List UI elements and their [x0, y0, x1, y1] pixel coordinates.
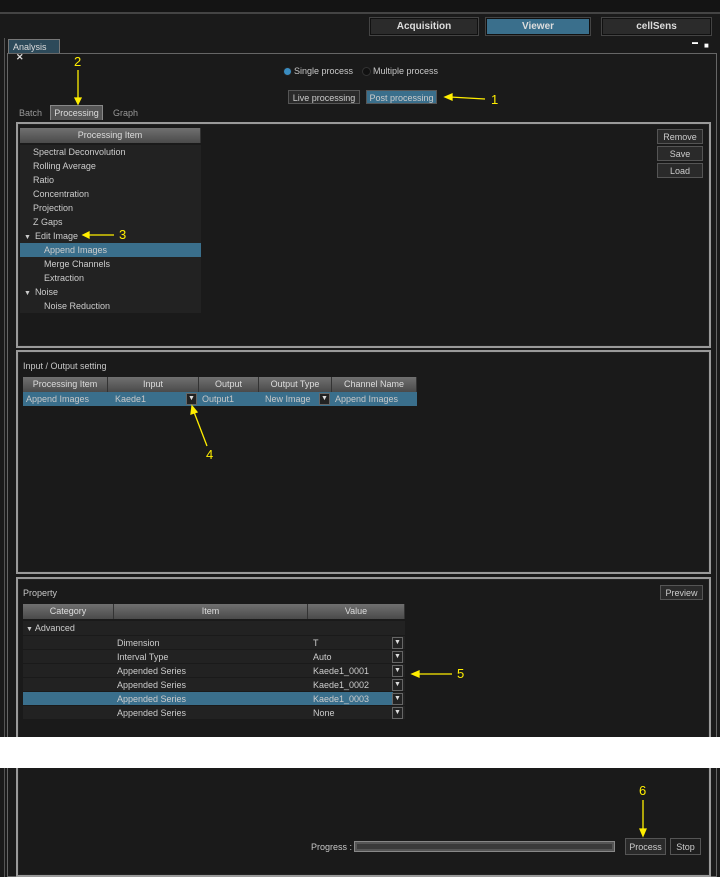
arrowhead-1 [443, 93, 453, 101]
arrowhead-2 [73, 97, 83, 106]
annotation-1: 1 [491, 92, 499, 107]
arrowhead-5 [410, 670, 420, 678]
arrow-1 [449, 96, 486, 100]
annotation-arrows [73, 70, 647, 838]
arrow-4 [193, 411, 208, 447]
arrowhead-6 [639, 828, 647, 838]
annotation-2: 2 [74, 54, 82, 69]
arrowhead-3 [81, 230, 90, 240]
annotation-3: 3 [119, 227, 127, 242]
annotation-6: 6 [639, 783, 647, 798]
annotation-4: 4 [206, 447, 214, 462]
arrowhead-4 [190, 404, 199, 415]
annotation-5: 5 [457, 666, 465, 681]
